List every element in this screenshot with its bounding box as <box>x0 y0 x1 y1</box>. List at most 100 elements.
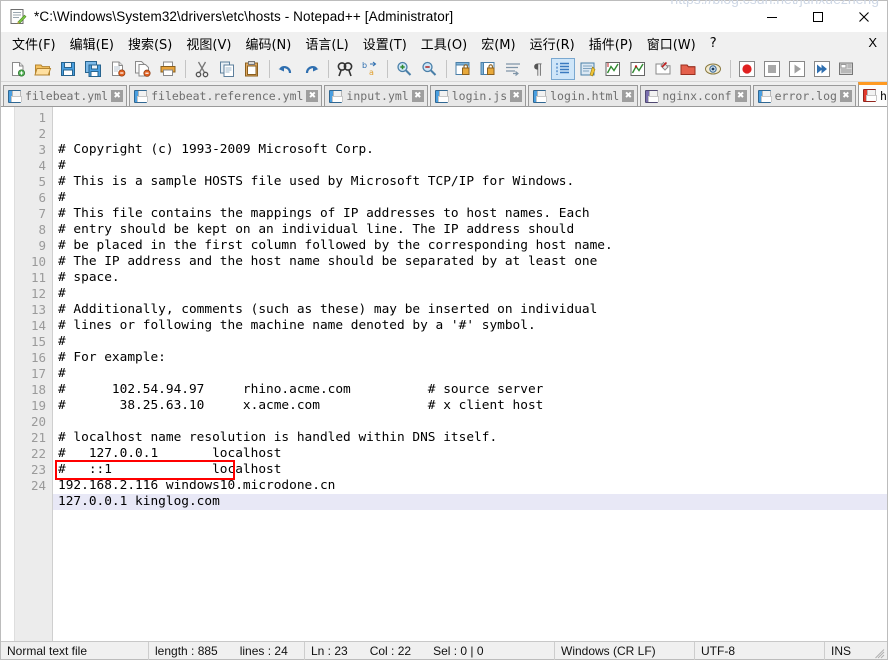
save-macro-icon[interactable] <box>835 58 859 80</box>
tab-close-icon[interactable]: ✖ <box>510 90 523 102</box>
code-line[interactable]: 192.168.2.116 windows10.microdone.cn <box>53 478 887 494</box>
stop-macro-icon[interactable] <box>760 58 784 80</box>
menu-plugins[interactable]: 插件(P) <box>582 32 640 56</box>
code-line[interactable] <box>53 510 887 526</box>
code-line[interactable]: # <box>53 286 887 302</box>
show-all-characters-icon[interactable]: ¶ <box>526 58 550 80</box>
close-button[interactable] <box>841 1 887 32</box>
code-line[interactable]: # This is a sample HOSTS file used by Mi… <box>53 174 887 190</box>
document-map-icon[interactable] <box>626 58 650 80</box>
menu-window[interactable]: 窗口(W) <box>640 32 703 56</box>
code-line[interactable]: # be placed in the first column followed… <box>53 238 887 254</box>
copy-icon[interactable] <box>215 58 239 80</box>
close-all-files-icon[interactable] <box>131 58 155 80</box>
tab-close-icon[interactable]: ✖ <box>111 90 124 102</box>
code-line[interactable]: # 102.54.94.97 rhino.acme.com # source s… <box>53 382 887 398</box>
line-number: 12 <box>30 286 46 301</box>
indent-guide-icon[interactable] <box>551 57 575 80</box>
toolbar-separator-2 <box>269 59 270 78</box>
maximize-button[interactable] <box>795 1 841 32</box>
redo-icon[interactable] <box>299 58 323 80</box>
run-macro-multiple-icon[interactable] <box>810 58 834 80</box>
open-file-icon[interactable] <box>31 58 55 80</box>
menu-encoding[interactable]: 编码(N) <box>238 32 298 56</box>
code-line[interactable]: # The IP address and the host name shoul… <box>53 254 887 270</box>
zoom-out-icon[interactable] <box>417 58 441 80</box>
tab-login-html[interactable]: login.html ✖ <box>528 85 639 106</box>
tab-filebeat-reference-yml[interactable]: filebeat.reference.yml ✖ <box>129 85 323 106</box>
status-col-label: Col : 22 <box>369 643 412 658</box>
menu-language[interactable]: 语言(L) <box>298 32 355 56</box>
menu-macro[interactable]: 宏(M) <box>474 32 522 56</box>
code-line[interactable]: # Additionally, comments (such as these)… <box>53 302 887 318</box>
code-line[interactable]: # For example: <box>53 350 887 366</box>
new-file-icon[interactable] <box>6 58 30 80</box>
zoom-in-icon[interactable] <box>392 58 416 80</box>
print-icon[interactable] <box>156 58 180 80</box>
line-number: 8 <box>38 222 46 237</box>
code-line[interactable]: # <box>53 190 887 206</box>
code-text-area[interactable]: # Copyright (c) 1993-2009 Microsoft Corp… <box>53 107 887 641</box>
sync-horizontal-scroll-icon[interactable] <box>476 58 500 80</box>
tab-label: login.js <box>451 89 508 103</box>
minimize-button[interactable] <box>749 1 795 32</box>
code-line[interactable]: # This file contains the mappings of IP … <box>53 206 887 222</box>
tab-label: hosts <box>879 88 887 103</box>
undo-icon[interactable] <box>274 58 298 80</box>
tab-filebeat-yml[interactable]: filebeat.yml ✖ <box>3 85 128 106</box>
tab-hosts[interactable]: hosts ✖ <box>857 82 887 106</box>
close-document-button[interactable]: X <box>868 35 877 50</box>
close-file-icon[interactable] <box>106 58 130 80</box>
cut-icon[interactable] <box>190 58 214 80</box>
document-list-icon[interactable] <box>676 58 700 80</box>
code-line[interactable]: # 38.25.63.10 x.acme.com # x client host <box>53 398 887 414</box>
code-line[interactable]: # localhost name resolution is handled w… <box>53 430 887 446</box>
menu-tools[interactable]: 工具(O) <box>414 32 474 56</box>
menu-view[interactable]: 视图(V) <box>179 32 238 56</box>
menu-run[interactable]: 运行(R) <box>523 32 582 56</box>
code-line[interactable]: # ::1 localhost <box>53 462 887 478</box>
resize-grip[interactable] <box>875 648 885 659</box>
menu-search[interactable]: 搜索(S) <box>121 32 179 56</box>
tab-login-js[interactable]: login.js ✖ <box>429 85 527 106</box>
code-line[interactable]: # Copyright (c) 1993-2009 Microsoft Corp… <box>53 142 887 158</box>
menu-edit[interactable]: 编辑(E) <box>63 32 121 56</box>
code-line[interactable]: # lines or following the machine name de… <box>53 318 887 334</box>
code-line[interactable]: # <box>53 366 887 382</box>
code-line[interactable]: # 127.0.0.1 localhost <box>53 446 887 462</box>
menu-help[interactable]: ? <box>703 34 724 54</box>
tab-close-icon[interactable]: ✖ <box>734 90 747 102</box>
tab-error-log[interactable]: error.log ✖ <box>752 85 856 106</box>
status-caret-position: Ln : 23 Col : 22 Sel : 0 | 0 <box>305 641 555 660</box>
paste-icon[interactable] <box>240 58 264 80</box>
replace-icon[interactable]: b a <box>358 58 382 80</box>
tab-close-icon[interactable]: ✖ <box>411 90 424 102</box>
menu-settings[interactable]: 设置(T) <box>356 32 414 56</box>
user-defined-language-icon[interactable] <box>576 58 600 80</box>
save-file-icon[interactable] <box>56 58 80 80</box>
function-list-icon[interactable] <box>601 58 625 80</box>
tab-close-icon[interactable]: ✖ <box>622 90 635 102</box>
menu-file[interactable]: 文件(F) <box>5 32 63 56</box>
monitoring-icon[interactable] <box>701 58 725 80</box>
code-line[interactable]: # <box>53 158 887 174</box>
tab-close-icon[interactable]: ✖ <box>839 90 852 102</box>
code-line[interactable]: # <box>53 334 887 350</box>
sync-vertical-scroll-icon[interactable] <box>451 58 475 80</box>
code-line[interactable] <box>53 414 887 430</box>
code-line-current[interactable]: 127.0.0.1 kinglog.com <box>53 494 887 510</box>
find-icon[interactable] <box>333 58 357 80</box>
record-macro-icon[interactable] <box>735 58 759 80</box>
tab-close-icon[interactable]: ✖ <box>306 90 319 102</box>
word-wrap-icon[interactable] <box>501 58 525 80</box>
save-all-icon[interactable] <box>81 58 105 80</box>
code-line[interactable]: # entry should be kept on an individual … <box>53 222 887 238</box>
tab-input-yml[interactable]: input.yml ✖ <box>324 85 428 106</box>
code-line[interactable]: # space. <box>53 270 887 286</box>
folder-as-workspace-icon[interactable] <box>651 58 675 80</box>
bookmark-margin[interactable] <box>1 107 15 641</box>
line-number: 14 <box>30 318 46 333</box>
tab-nginx-conf[interactable]: nginx.conf ✖ <box>640 85 751 106</box>
editor-area[interactable]: 1 2 3 4 5 6 7 8 9 10 11 12 13 14 15 16 17 18 19 20 21 22 23 24 … <box>1 106 887 641</box>
play-macro-icon[interactable] <box>785 58 809 80</box>
